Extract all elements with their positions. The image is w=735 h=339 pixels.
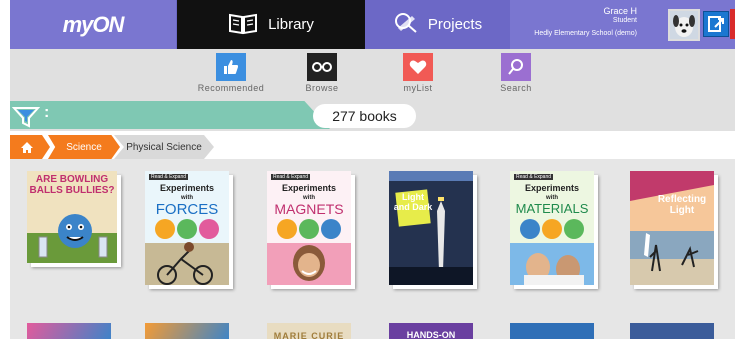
book-title-top: Experiments xyxy=(281,183,337,193)
nav-search-label: Search xyxy=(500,83,532,93)
user-info: Grace H Student Hedly Elementary School … xyxy=(534,6,637,39)
filter-icon xyxy=(11,105,41,129)
book-cover[interactable]: Reflecting Light xyxy=(630,171,714,285)
series-badge: Read & Expand xyxy=(514,174,554,180)
book-cover[interactable] xyxy=(510,323,594,339)
series-badge: Read & Expand xyxy=(149,174,189,180)
heart-icon xyxy=(403,53,433,81)
book-title: HANDS-ON xyxy=(406,330,456,339)
book-title: FORCES xyxy=(155,201,219,218)
filter-separator: : xyxy=(44,104,50,121)
user-role: Student xyxy=(612,16,637,24)
tab-projects[interactable]: Projects xyxy=(366,0,510,49)
book-cover[interactable]: Read & Expand Experiments with MATERIALS xyxy=(510,171,594,285)
book-cover[interactable] xyxy=(27,323,111,339)
book-title-top: Experiments xyxy=(159,183,215,193)
book-title: Reflecting Light xyxy=(657,194,707,216)
avatar[interactable] xyxy=(668,9,700,41)
user-area: Grace H Student Hedly Elementary School … xyxy=(510,0,735,49)
library-nav: Recommended Browse myList Search xyxy=(10,49,735,99)
nav-mylist[interactable]: myList xyxy=(398,53,438,93)
book-title: Light and Dark xyxy=(393,192,433,212)
left-gutter xyxy=(0,0,10,339)
breadcrumb-science[interactable]: Science xyxy=(48,135,120,159)
book-title-top: Experiments xyxy=(524,183,580,193)
breadcrumb: Science Physical Science xyxy=(10,135,735,159)
exit-button[interactable] xyxy=(703,11,729,37)
series-badge: Read & Expand xyxy=(271,174,311,180)
filter-bar: : 277 books xyxy=(10,99,735,131)
book-cover[interactable] xyxy=(630,323,714,339)
book-count: 277 books xyxy=(313,104,416,128)
close-button[interactable]: ✕ xyxy=(730,9,735,39)
breadcrumb-physical-science[interactable]: Physical Science xyxy=(114,135,214,159)
nav-browse[interactable]: Browse xyxy=(300,53,344,93)
book-title: MAGNETS xyxy=(274,201,344,217)
book-cover[interactable] xyxy=(145,323,229,339)
nav-browse-label: Browse xyxy=(305,83,339,93)
tab-library-label: Library xyxy=(268,16,314,33)
book-cover[interactable]: Light and Dark xyxy=(389,171,473,285)
book-title: MATERIALS xyxy=(515,201,589,216)
home-icon xyxy=(21,141,33,153)
breadcrumb-home[interactable] xyxy=(10,135,50,159)
book-cover[interactable]: Read & Expand Experiments with FORCES xyxy=(145,171,229,285)
myon-logo[interactable]: myON xyxy=(10,0,176,49)
filter-toggle[interactable]: : xyxy=(10,101,330,129)
book-cover[interactable]: HANDS-ON xyxy=(389,323,473,339)
exit-icon xyxy=(708,16,724,32)
book-cover[interactable]: MARIE CURIE xyxy=(267,323,351,339)
book-grid: ARE BOWLING BALLS BULLIES? Read & Expand… xyxy=(10,159,735,339)
book-title: MARIE CURIE xyxy=(273,331,345,339)
user-name: Grace H xyxy=(603,6,637,16)
projects-icon xyxy=(394,12,418,38)
search-icon xyxy=(501,53,531,81)
thumbs-up-icon xyxy=(216,53,246,81)
book-cover[interactable]: Read & Expand Experiments with MAGNETS xyxy=(267,171,351,285)
user-school: Hedly Elementary School (demo) xyxy=(534,30,637,38)
glasses-icon xyxy=(307,53,337,81)
nav-mylist-label: myList xyxy=(403,83,433,93)
book-icon xyxy=(228,11,258,39)
tab-projects-label: Projects xyxy=(427,16,483,33)
tab-library[interactable]: Library xyxy=(177,0,365,49)
top-bar: myON Library Projects Grace H Student He… xyxy=(10,0,735,49)
nav-recommended-label: Recommended xyxy=(197,83,265,93)
book-title: ARE BOWLING BALLS BULLIES? xyxy=(29,174,115,196)
nav-recommended[interactable]: Recommended xyxy=(192,53,270,93)
book-cover[interactable]: ARE BOWLING BALLS BULLIES? xyxy=(27,171,117,263)
nav-search[interactable]: Search xyxy=(496,53,536,93)
